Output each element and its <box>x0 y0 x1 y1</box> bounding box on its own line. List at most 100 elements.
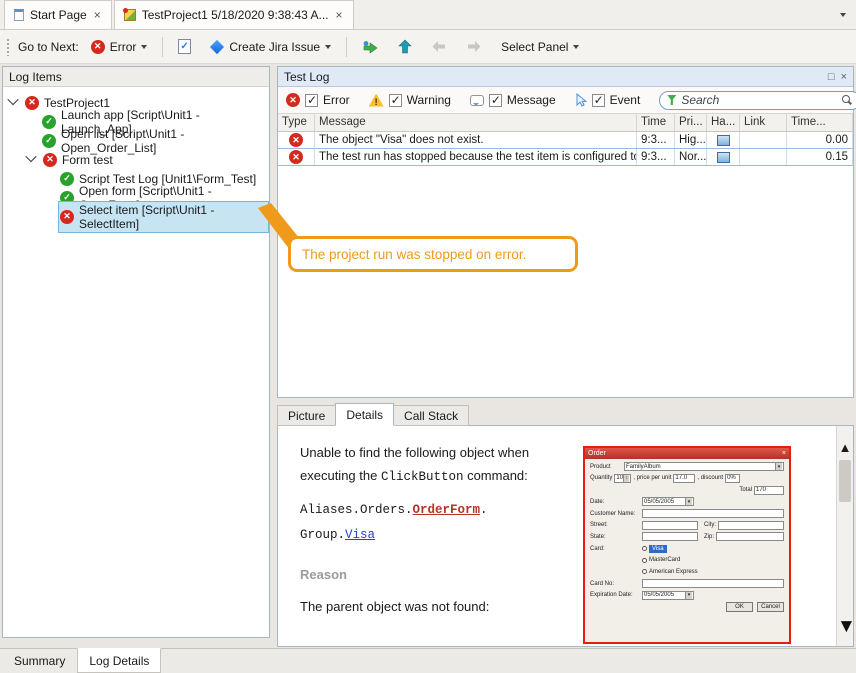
create-jira-issue-button[interactable]: Create Jira Issue <box>203 36 338 58</box>
tab-summary[interactable]: Summary <box>2 649 77 673</box>
scrollbar-thumb[interactable] <box>839 460 851 502</box>
float-panel-icon[interactable]: □ <box>828 71 835 83</box>
error-icon <box>43 153 57 167</box>
event-checkbox[interactable] <box>592 94 605 107</box>
tab-list-chevron-down-icon[interactable] <box>840 13 846 17</box>
close-icon[interactable]: × <box>93 9 102 21</box>
filter-icon <box>667 95 676 105</box>
column-header[interactable]: Ha... <box>707 114 740 131</box>
amex-radio <box>642 569 647 574</box>
tab-test-log[interactable]: TestProject1 5/18/2020 9:38:43 A... × <box>114 0 354 29</box>
filter-warning: Warning <box>369 93 451 107</box>
toolbar-grip[interactable] <box>6 38 10 56</box>
log-row-stopped-error[interactable]: The test run has stopped because the tes… <box>278 149 853 166</box>
create-issue-button[interactable] <box>171 35 198 58</box>
date-field: 05/05/2005▾ <box>642 497 694 506</box>
visa-link[interactable]: Visa <box>345 528 375 542</box>
error-icon <box>91 40 105 54</box>
go-up-button[interactable] <box>391 35 419 58</box>
chevron-down-icon <box>325 45 331 49</box>
error-icon <box>289 150 303 164</box>
price-field: 17.0 <box>673 474 695 483</box>
product-dropdown: FamilyAlbum ▾ <box>624 462 784 471</box>
quantity-field: 10↕ <box>614 474 631 483</box>
message-icon <box>470 95 484 106</box>
inline-code: ClickButton <box>381 470 464 484</box>
log-items-panel: Log Items TestProject1 Launch app [Scrip… <box>2 66 270 638</box>
tab-details[interactable]: Details <box>335 403 394 426</box>
error-icon <box>286 93 300 107</box>
column-header[interactable]: Time <box>637 114 675 131</box>
select-panel-button[interactable]: Select Panel <box>494 36 586 58</box>
log-row-visa-error[interactable]: The object "Visa" does not exist. 9:3...… <box>278 132 853 149</box>
start-page-icon <box>14 9 24 21</box>
bottom-tab-bar: Summary Log Details <box>0 648 856 673</box>
grid-header-row: Type Message Time Pri... Ha... Link Time… <box>278 114 853 132</box>
message-cell: The object "Visa" does not exist. <box>315 132 637 148</box>
reason-text: The parent object was not found: <box>300 596 572 619</box>
up-arrow-icon <box>398 39 412 54</box>
tab-log-details[interactable]: Log Details <box>77 648 161 673</box>
customer-name-field <box>642 509 784 518</box>
orderform-link[interactable]: OrderForm <box>413 503 481 517</box>
log-items-tree: TestProject1 Launch app [Script\Unit1 - … <box>3 87 269 637</box>
toolbar-separator <box>162 37 163 57</box>
error-checkbox[interactable] <box>305 94 318 107</box>
panel-title: Log Items <box>9 70 62 84</box>
details-text: Unable to find the following object when… <box>300 442 572 619</box>
log-items-header: Log Items <box>3 67 269 87</box>
log-filter-bar: Error Warning Message Event <box>278 87 853 114</box>
total-field: 170 <box>754 486 784 495</box>
chevron-down-icon[interactable] <box>7 94 18 105</box>
street-field <box>642 521 698 530</box>
back-button[interactable] <box>424 36 454 57</box>
search-input[interactable] <box>681 93 836 107</box>
tree-item-open-list[interactable]: Open list [Script\Unit1 - Open_Order_Lis… <box>3 131 269 150</box>
picture-icon <box>717 152 730 163</box>
scroll-up-icon[interactable]: ▲ <box>837 440 853 455</box>
back-arrow-icon <box>431 40 447 53</box>
object-path-code: Aliases.Orders.OrderForm. Group.Visa <box>300 498 572 548</box>
close-icon[interactable]: × <box>335 9 344 21</box>
search-icon[interactable] <box>841 94 853 106</box>
chevron-down-icon[interactable] <box>25 151 36 162</box>
expiration-date-field: 05/05/2005▾ <box>642 591 694 600</box>
column-header[interactable]: Message <box>315 114 637 131</box>
chevron-down-icon <box>573 45 579 49</box>
jump-to-source-button[interactable] <box>355 36 386 58</box>
reason-heading: Reason <box>300 564 572 587</box>
column-header[interactable]: Time... <box>787 114 853 131</box>
details-scrollbar[interactable]: ▲ ▼ <box>836 426 853 646</box>
column-header[interactable]: Type <box>278 114 315 131</box>
message-checkbox[interactable] <box>489 94 502 107</box>
forward-button[interactable] <box>459 36 489 57</box>
callout: The project run was stopped on error. <box>288 236 578 272</box>
close-panel-icon[interactable]: × <box>841 71 847 83</box>
ok-button-screenshot: OK <box>726 602 753 612</box>
column-header[interactable]: Link <box>740 114 787 131</box>
tab-start-page[interactable]: Start Page × <box>4 0 112 29</box>
tab-call-stack[interactable]: Call Stack <box>393 405 469 426</box>
tab-picture[interactable]: Picture <box>277 405 336 426</box>
tree-item-select-item[interactable]: Select item [Script\Unit1 - SelectItem] <box>3 207 269 226</box>
document-tab-bar: Start Page × TestProject1 5/18/2020 9:38… <box>0 0 856 30</box>
close-icon: × <box>782 450 786 457</box>
column-header[interactable]: Pri... <box>675 114 707 131</box>
scroll-down-icon[interactable]: ▼ <box>837 616 853 638</box>
filter-message: Message <box>470 93 556 107</box>
jira-icon <box>210 39 224 53</box>
event-cursor-icon <box>575 93 587 107</box>
go-to-next-error-button[interactable]: Error <box>84 36 155 58</box>
state-field <box>642 532 698 541</box>
log-toolbar: Go to Next: Error Create Jira Issue <box>0 30 856 64</box>
testcomplete-window: Start Page × TestProject1 5/18/2020 9:38… <box>0 0 856 673</box>
priority-cell: Hig... <box>675 132 707 148</box>
warning-checkbox[interactable] <box>389 94 402 107</box>
details-tab-bar: Picture Details Call Stack <box>277 403 468 426</box>
zip-field <box>716 532 784 541</box>
link-cell <box>740 149 787 165</box>
order-form-screenshot: Order × Product FamilyAlbum ▾ Quantity 1… <box>583 446 791 644</box>
card-no-field <box>642 579 784 588</box>
warning-icon <box>369 94 384 107</box>
link-cell <box>740 132 787 148</box>
